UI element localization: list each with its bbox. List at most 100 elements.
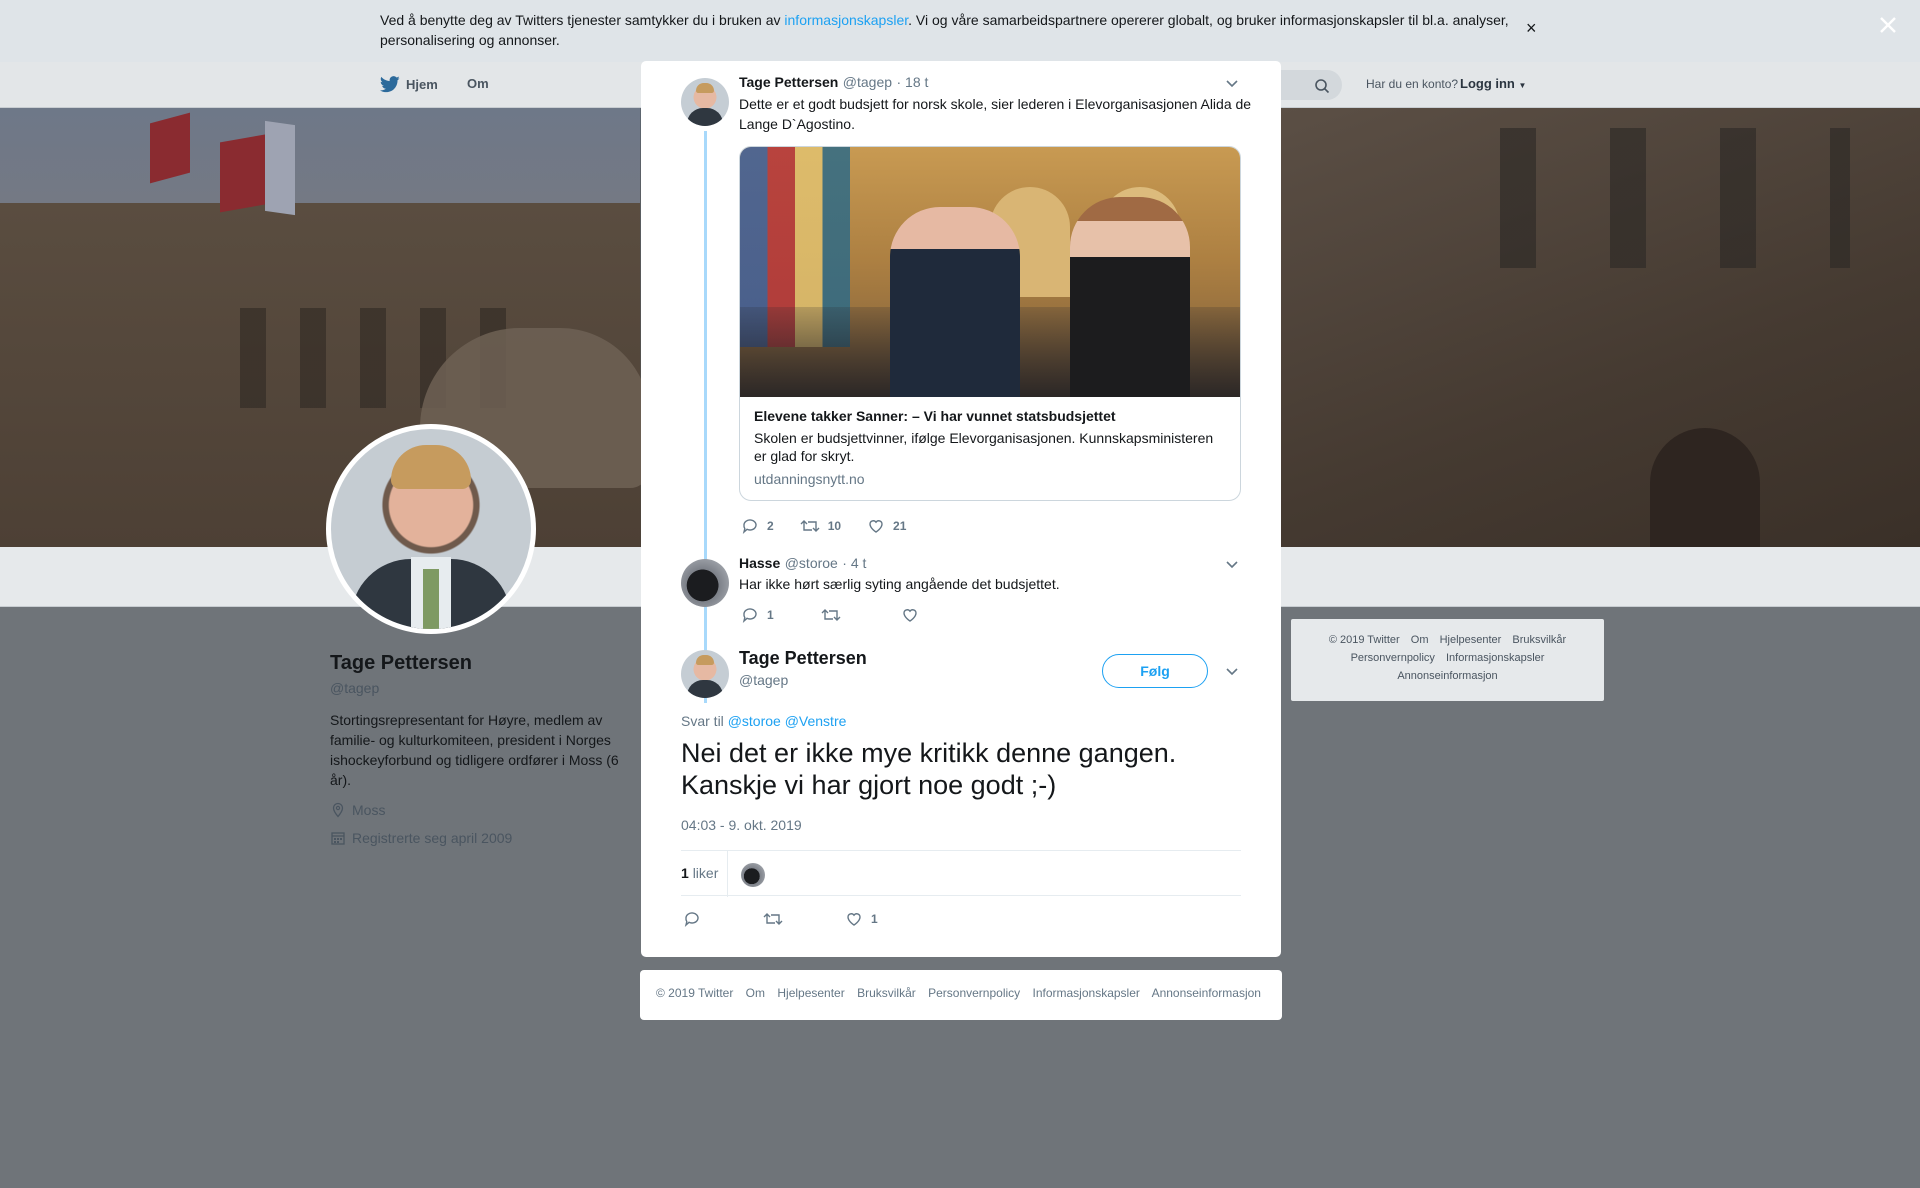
link-card-domain: utdanningsnytt.no [754,471,865,487]
caret-down-icon: ▼ [1518,81,1527,90]
tweet-text: Dette er et godt budsjett for norsk skol… [739,96,1252,132]
liker-avatar[interactable] [741,863,765,887]
close-icon[interactable] [1873,10,1903,40]
tweet-actions: 1 [683,910,940,928]
location-pin-icon [332,802,344,818]
focus-author-handle[interactable]: @tagep [739,672,788,688]
retweet-button[interactable]: 10 [800,517,841,535]
tweet-author-handle[interactable]: @tagep [843,74,892,90]
tweet-avatar[interactable] [681,559,729,607]
tweet-text: Har ikke hørt særlig syting angående det… [739,576,1060,592]
focus-timestamp[interactable]: 04:03 - 9. okt. 2019 [681,817,802,833]
profile-handle: @tagep [330,680,380,696]
modal-footer: © 2019 Twitter Om Hjelpesenter Bruksvilk… [640,970,1282,1020]
tweet-time[interactable]: · 4 t [842,555,866,571]
cookie-text-before: Ved å benytte deg av Twitters tjenester … [380,12,785,28]
account-prompt: Har du en konto? [1366,77,1459,91]
profile-joined: Registrerte seg april 2009 [330,830,512,846]
reply-to-label: Svar til [681,713,724,729]
tweet-actions: 1 [741,606,981,624]
chevron-down-icon[interactable] [1225,79,1239,89]
footer-link-cookies[interactable]: Informasjonskapsler [1446,652,1544,664]
tweet-author-handle[interactable]: @storoe [785,555,838,571]
tweet-author-name[interactable]: Tage Pettersen [739,74,838,90]
footer-link-help[interactable]: Hjelpesenter [1440,634,1502,646]
profile-location: Moss [330,802,385,818]
profile-avatar[interactable] [326,424,536,634]
mention-link[interactable]: @Venstre [785,713,847,729]
footer-link-about[interactable]: Om [1411,634,1429,646]
calendar-icon [331,832,345,845]
nav-home-link[interactable]: Hjem [380,76,438,93]
retweet-button[interactable] [763,910,783,928]
tweet-avatar[interactable] [681,78,729,126]
thread-line [704,131,707,621]
profile-location-text: Moss [352,802,386,818]
footer-link-ads[interactable]: Annonseinformasjon [1152,986,1261,1000]
retweet-icon [800,520,820,532]
cookie-banner: Ved å benytte deg av Twitters tjenester … [0,0,1920,62]
sidebar-footer: © 2019 Twitter Om Hjelpesenter Bruksvilk… [1291,619,1604,701]
link-card-image [740,147,1240,397]
like-button[interactable]: 1 [845,910,878,928]
tweet-actions: 2 10 21 [741,517,932,535]
likes-stat-number: 1 [681,865,689,881]
tweet-stats: 1 liker [681,850,1241,897]
nav-about-link[interactable]: Om [467,76,489,91]
profile-bio: Stortingsrepresentant for Høyre, medlem … [330,712,619,788]
footer-copyright: © 2019 Twitter [1328,634,1400,646]
like-count: 21 [893,519,907,533]
footer-link-about[interactable]: Om [746,986,765,1000]
retweet-count: 10 [827,519,842,533]
likes-stat[interactable]: 1 liker [681,865,718,881]
footer-link-terms[interactable]: Bruksvilkår [1512,634,1566,646]
tweet-time[interactable]: · 18 t [897,74,929,90]
chevron-down-icon[interactable] [1225,667,1239,677]
profile-name: Tage Pettersen [330,652,472,674]
footer-link-privacy[interactable]: Personvernpolicy [1351,652,1435,664]
reply-button[interactable] [683,910,701,928]
footer-link-terms[interactable]: Bruksvilkår [857,986,916,1000]
like-button[interactable] [901,606,941,624]
footer-link-cookies[interactable]: Informasjonskapsler [1033,986,1140,1000]
link-card[interactable]: Elevene takker Sanner: – Vi har vunnet s… [739,146,1241,501]
footer-link-privacy[interactable]: Personvernpolicy [928,986,1020,1000]
tweet-author-name[interactable]: Hasse [739,555,780,571]
focus-tweet-text: Nei det er ikke mye kritikk denne gangen… [681,738,1177,800]
reply-icon [742,608,757,624]
chevron-down-icon[interactable] [1225,560,1239,570]
heart-icon [903,609,917,622]
login-button[interactable]: Logg inn ▼ [1460,76,1526,91]
login-label: Logg inn [1460,76,1515,91]
follow-button[interactable]: Følg [1102,654,1208,688]
profile-joined-text: Registrerte seg april 2009 [352,830,513,846]
twitter-bird-icon [380,76,400,93]
footer-copyright: © 2019 Twitter [656,986,734,1000]
footer-link-ads[interactable]: Annonseinformasjon [1397,670,1497,682]
reply-icon [684,912,699,928]
tweet-avatar[interactable] [681,650,729,698]
like-button[interactable]: 21 [867,517,906,535]
reply-count: 2 [767,519,774,533]
focus-author-name[interactable]: Tage Pettersen [739,648,867,669]
search-icon [1315,79,1330,94]
reply-button[interactable]: 1 [741,606,781,624]
footer-link-help[interactable]: Hjelpesenter [777,986,844,1000]
reply-icon [742,519,757,535]
reply-context: Svar til @storoe @Venstre [681,713,846,729]
cookie-close-button[interactable]: × [1526,18,1537,39]
cookie-link[interactable]: informasjonskapsler [784,12,908,28]
link-card-description: Skolen er budsjettvinner, ifølge Elevorg… [754,430,1214,464]
tweet-header: Tage Pettersen @tagep · 18 t [739,74,928,92]
mention-link[interactable]: @storoe [728,713,781,729]
retweet-icon [821,609,841,621]
link-card-title: Elevene takker Sanner: – Vi har vunnet s… [754,408,1116,424]
retweet-icon [763,913,783,925]
heart-icon [847,913,861,926]
like-count: 1 [871,912,878,926]
reply-button[interactable]: 2 [741,517,774,535]
tweet-header: Hasse @storoe · 4 t [739,555,866,573]
retweet-button[interactable] [821,606,861,624]
tweet-modal: Tage Pettersen @tagep · 18 t Dette er et… [641,61,1281,957]
nav-home-label: Hjem [406,77,438,92]
